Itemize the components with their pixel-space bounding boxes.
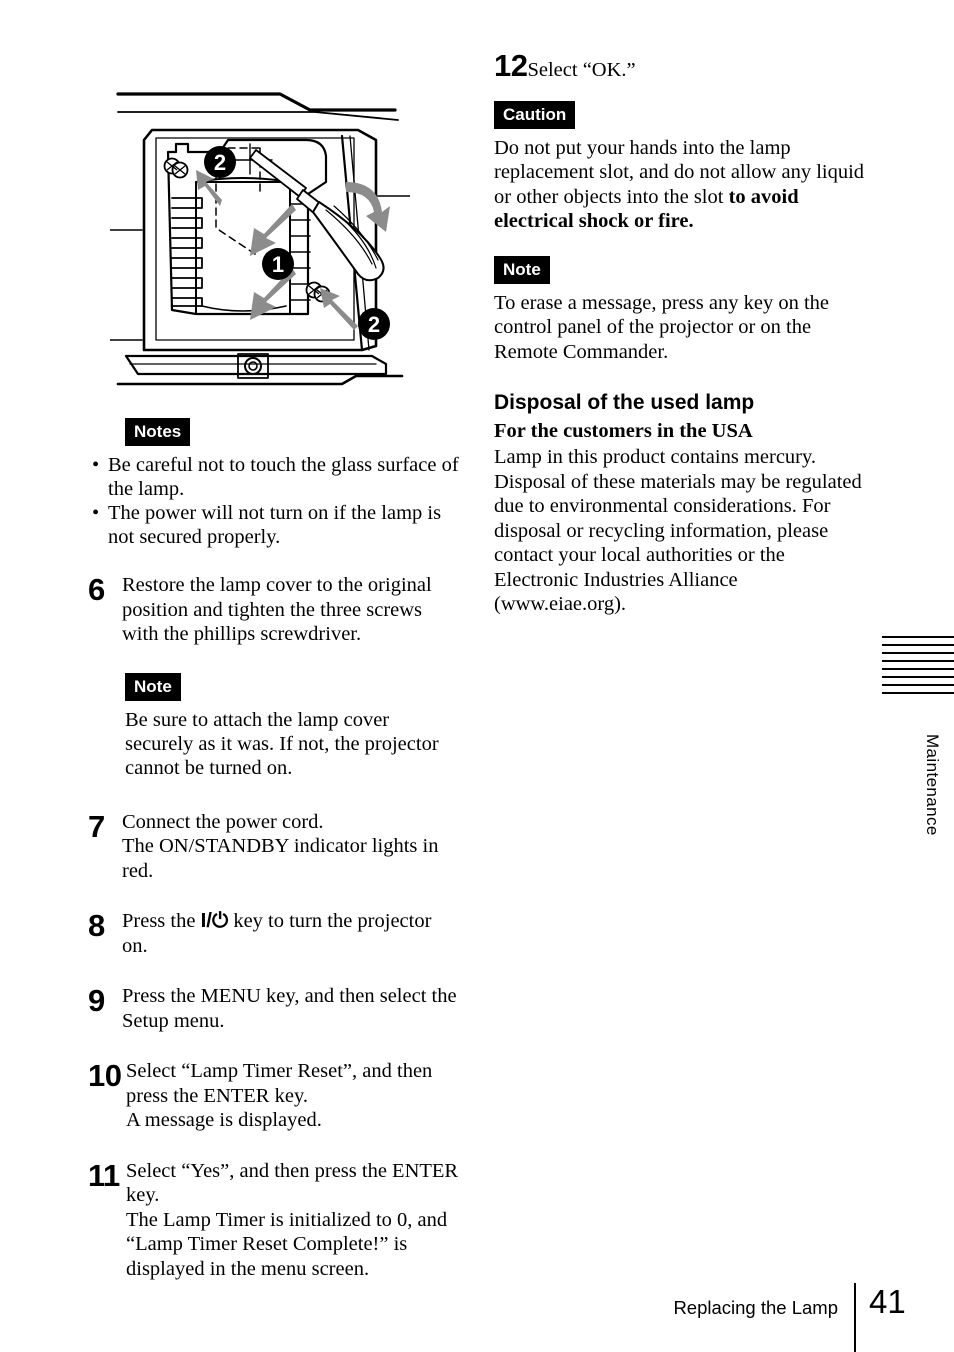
step-6-number: 6 [88,572,105,607]
svg-text:2: 2 [214,150,226,175]
step-7-number: 7 [88,808,105,844]
note-badge: Note [494,255,550,284]
side-tab-rules [882,636,954,702]
callout-1: 1 [262,248,294,280]
caution-text: Do not put your hands into the lamp repl… [494,136,866,234]
step-7-detail: The ON/STANDBY indicator lights in red. [122,835,439,882]
notes-block: Notes • Be careful not to touch the glass… [88,418,460,549]
note-item-text: The power will not turn on if the lamp i… [108,502,442,548]
step-11: 11 Select “Yes”, and then press the ENTE… [88,1159,460,1282]
svg-text:1: 1 [272,252,284,277]
caution-block: Caution Do not put your hands into the l… [494,100,866,234]
right-note-block: Note To erase a message, press any key o… [494,255,866,365]
disposal-text: Lamp in this product contains mercury. D… [494,446,862,615]
disposal-section: Disposal of the used lamp For the custom… [494,390,866,617]
step-6-note-text: Be sure to attach the lamp cover securel… [125,708,439,779]
bullet-icon: • [92,454,100,476]
rule-line [882,668,954,670]
step-8-body: Press the I/⏻ key to turn the projector … [122,909,460,958]
caution-text-normal: Do not put your hands into the lamp repl… [494,136,865,208]
step-11-detail: The Lamp Timer is initialized to 0, and … [126,1208,448,1280]
rule-line [882,660,954,662]
step-7-text: Connect the power cord. [122,810,324,833]
step-10-detail: A message is displayed. [126,1109,322,1131]
step-6-note-block: Note Be sure to attach the lamp cover se… [88,672,460,780]
rule-line [882,676,954,678]
step-12-number: 12 [494,48,528,83]
step-11-body: Select “Yes”, and then press the ENTER k… [126,1159,460,1282]
disposal-heading: Disposal of the used lamp [494,391,755,414]
svg-text:2: 2 [368,312,380,337]
step-8: 8 Press the I/⏻ key to turn the projecto… [88,909,460,958]
step-7-body: Connect the power cord. The ON/STANDBY i… [122,810,460,884]
step-9-number: 9 [88,983,105,1018]
notes-badge: Notes [125,418,191,446]
disposal-subheading: For the customers in the USA [494,420,753,442]
side-tab: Maintenance [876,636,954,896]
step-9: 9 Press the MENU key, and then select th… [88,984,460,1033]
list-item: • Be careful not to touch the glass surfa… [88,453,460,501]
callout-2-bottom: 2 [358,308,390,340]
lamp-replacement-illustration: 2 1 2 [109,78,411,393]
step-10: 10 Select “Lamp Timer Reset”, and then p… [88,1059,460,1133]
step-6-text: Restore the lamp cover to the original p… [122,574,432,645]
rule-line [882,684,954,686]
right-note-badge-wrap: Note [494,255,866,284]
lamp-replacement-figure: 2 1 2 [109,92,411,386]
step-9-text: Press the MENU key, and then select the … [122,985,457,1032]
step-8-number: 8 [88,908,105,943]
step-11-number: 11 [88,1157,120,1193]
rule-line [882,644,954,646]
footer-section-title: Replacing the Lamp [673,1297,838,1318]
note-item-text: Be careful not to touch the glass surfac… [108,454,459,500]
step-12: 12Select “OK.” [494,50,866,83]
right-note-text: To erase a message, press any key on the… [494,291,829,363]
step-10-text: Select “Lamp Timer Reset”, and then pres… [126,1060,433,1107]
footer-divider [854,1283,856,1352]
right-text-column: 12Select “OK.” Caution Do not put your h… [494,50,866,617]
step-6: 6 Restore the lamp cover to the original… [88,573,460,647]
caution-badge: Caution [494,100,576,129]
step-12-text: Select “OK.” [527,59,636,81]
step-6-note-badge-wrap: Note [125,672,460,701]
rule-line [882,636,954,638]
step-10-body: Select “Lamp Timer Reset”, and then pres… [126,1059,460,1133]
notes-badge-wrap: Notes [125,418,460,446]
notes-list: • Be careful not to touch the glass surfa… [88,453,460,549]
page-footer: Replacing the Lamp 41 [0,1283,954,1352]
side-tab-label: Maintenance [923,734,942,836]
note-badge: Note [125,672,181,701]
callout-2-top: 2 [204,146,236,178]
rule-line [882,652,954,654]
power-symbol-icon: I/⏻ [200,909,229,932]
page-number: 41 [869,1283,906,1320]
caution-badge-wrap: Caution [494,100,866,129]
step-10-number: 10 [88,1058,122,1093]
bullet-icon: • [92,502,100,524]
step-11-text: Select “Yes”, and then press the ENTER k… [126,1159,459,1207]
step-7: 7 Connect the power cord. The ON/STANDBY… [88,810,460,884]
list-item: • The power will not turn on if the lamp … [88,501,460,549]
left-text-column: Notes • Be careful not to touch the glass… [88,418,460,1307]
step-8-text-before: Press the [122,910,201,932]
rule-line [882,692,954,694]
